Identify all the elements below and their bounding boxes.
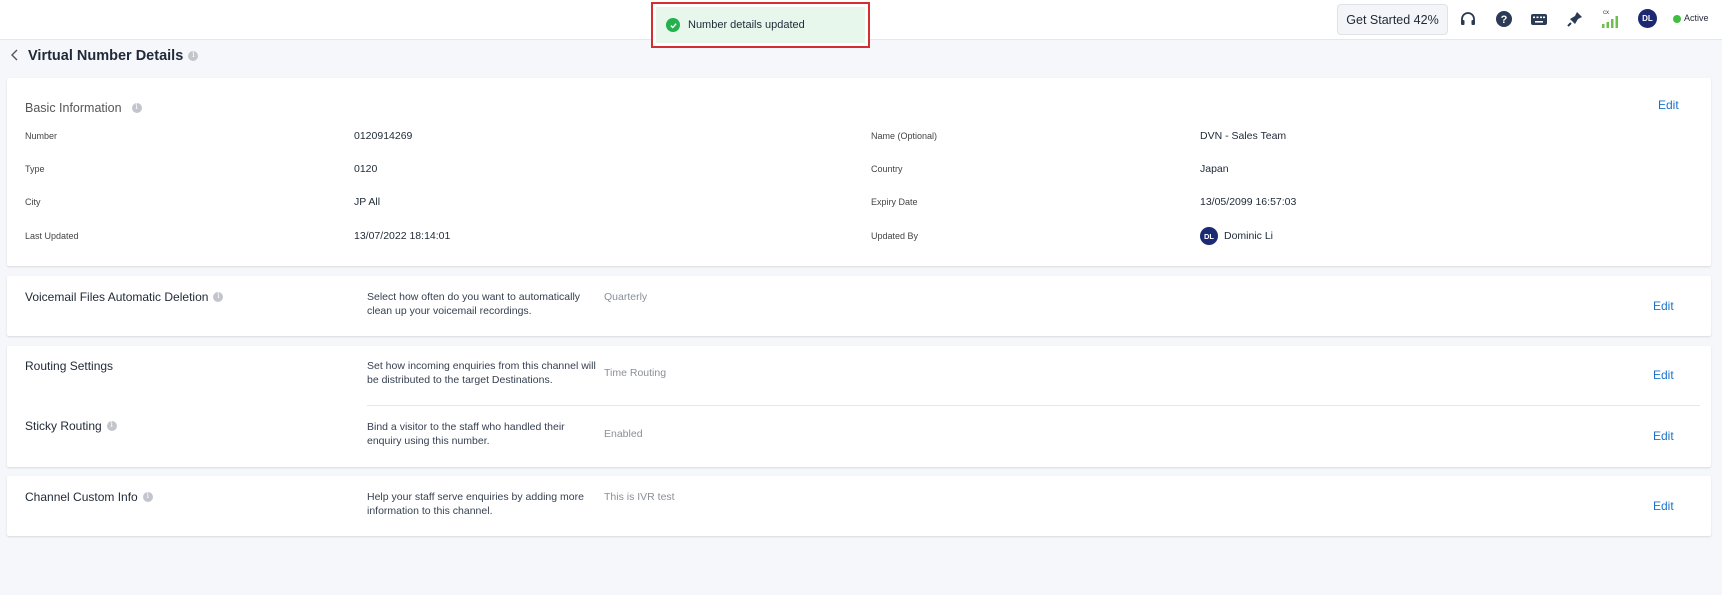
last-updated-value: 13/07/2022 18:14:01 bbox=[354, 230, 451, 242]
toast-message: Number details updated bbox=[688, 19, 805, 31]
info-icon[interactable] bbox=[188, 50, 199, 61]
basic-information-title: Basic Information bbox=[25, 101, 122, 115]
number-value: 0120914269 bbox=[354, 130, 413, 142]
country-value: Japan bbox=[1200, 163, 1229, 175]
voicemail-deletion-card: Voicemail Files Automatic Deletion Selec… bbox=[7, 276, 1711, 336]
channel-custom-info-card: Channel Custom Info Help your staff serv… bbox=[7, 476, 1711, 536]
edit-routing-button[interactable]: Edit bbox=[1653, 368, 1674, 382]
success-toast: Number details updated bbox=[651, 2, 870, 48]
info-icon[interactable] bbox=[131, 102, 142, 113]
routing-settings-title: Routing Settings bbox=[25, 359, 114, 373]
voicemail-deletion-heading: Voicemail Files Automatic Deletion bbox=[25, 290, 224, 304]
back-arrow-icon[interactable] bbox=[10, 48, 24, 64]
help-icon[interactable]: ? bbox=[1494, 9, 1514, 29]
updated-by-name: Dominic Li bbox=[1224, 230, 1274, 242]
type-value: 0120 bbox=[354, 163, 378, 175]
status-label[interactable]: Active bbox=[1684, 13, 1709, 23]
name-value: DVN - Sales Team bbox=[1200, 130, 1287, 142]
type-label: Type bbox=[25, 164, 45, 174]
status-dot bbox=[1673, 15, 1681, 23]
page-header: Virtual Number Details bbox=[10, 48, 199, 64]
channel-custom-info-heading: Channel Custom Info bbox=[25, 490, 153, 504]
edit-channel-custom-info-button[interactable]: Edit bbox=[1653, 499, 1674, 513]
basic-information-card: Basic Information Edit Number 0120914269… bbox=[7, 78, 1711, 266]
country-label: Country bbox=[871, 164, 903, 174]
sticky-routing-title: Sticky Routing bbox=[25, 419, 102, 433]
sticky-routing-value: Enabled bbox=[604, 428, 643, 440]
toast-body: Number details updated bbox=[656, 7, 865, 43]
check-circle-icon bbox=[666, 18, 680, 32]
voicemail-deletion-description: Select how often do you want to automati… bbox=[367, 291, 581, 317]
page-title: Virtual Number Details bbox=[28, 48, 184, 64]
section-divider bbox=[367, 405, 1700, 406]
keyboard-icon[interactable] bbox=[1529, 9, 1549, 29]
routing-settings-description: Set how incoming enquiries from this cha… bbox=[367, 360, 596, 386]
user-avatar[interactable]: DL bbox=[1638, 9, 1657, 28]
expiry-date-value: 13/05/2099 16:57:03 bbox=[1200, 196, 1297, 208]
channel-custom-info-title: Channel Custom Info bbox=[25, 490, 138, 504]
pin-icon[interactable] bbox=[1565, 9, 1585, 29]
updated-by-label: Updated By bbox=[871, 231, 919, 241]
get-started-button[interactable]: Get Started 42% bbox=[1337, 4, 1448, 35]
updated-by-avatar: DL bbox=[1200, 227, 1218, 245]
channel-custom-info-description: Help your staff serve enquiries by addin… bbox=[367, 491, 584, 517]
sticky-routing-description: Bind a visitor to the staff who handled … bbox=[367, 421, 565, 447]
headset-icon[interactable] bbox=[1458, 9, 1478, 29]
expiry-date-label: Expiry Date bbox=[871, 197, 918, 207]
channel-custom-info-value: This is IVR test bbox=[604, 491, 675, 503]
voicemail-deletion-title: Voicemail Files Automatic Deletion bbox=[25, 290, 209, 304]
routing-settings-value: Time Routing bbox=[604, 367, 667, 379]
edit-voicemail-button[interactable]: Edit bbox=[1653, 299, 1674, 313]
updated-by-value: DL Dominic Li bbox=[1200, 227, 1273, 245]
signal-indicator[interactable]: cx bbox=[1600, 9, 1620, 29]
routing-card: Routing Settings Set how incoming enquir… bbox=[7, 346, 1711, 467]
name-label: Name (Optional) bbox=[871, 131, 938, 141]
last-updated-label: Last Updated bbox=[25, 231, 79, 241]
edit-sticky-routing-button[interactable]: Edit bbox=[1653, 429, 1674, 443]
sticky-routing-heading: Sticky Routing bbox=[25, 419, 117, 433]
city-value: JP All bbox=[354, 196, 381, 208]
signal-icon bbox=[1602, 16, 1618, 28]
info-icon[interactable] bbox=[106, 420, 117, 431]
city-label: City bbox=[25, 197, 41, 207]
basic-information-heading: Basic Information bbox=[25, 101, 142, 115]
svg-text:?: ? bbox=[1501, 14, 1508, 26]
info-icon[interactable] bbox=[142, 491, 153, 502]
edit-basic-button[interactable]: Edit bbox=[1658, 98, 1679, 112]
voicemail-deletion-value: Quarterly bbox=[604, 291, 648, 303]
info-icon[interactable] bbox=[213, 291, 224, 302]
routing-settings-heading: Routing Settings bbox=[25, 359, 113, 373]
number-label: Number bbox=[25, 131, 58, 141]
